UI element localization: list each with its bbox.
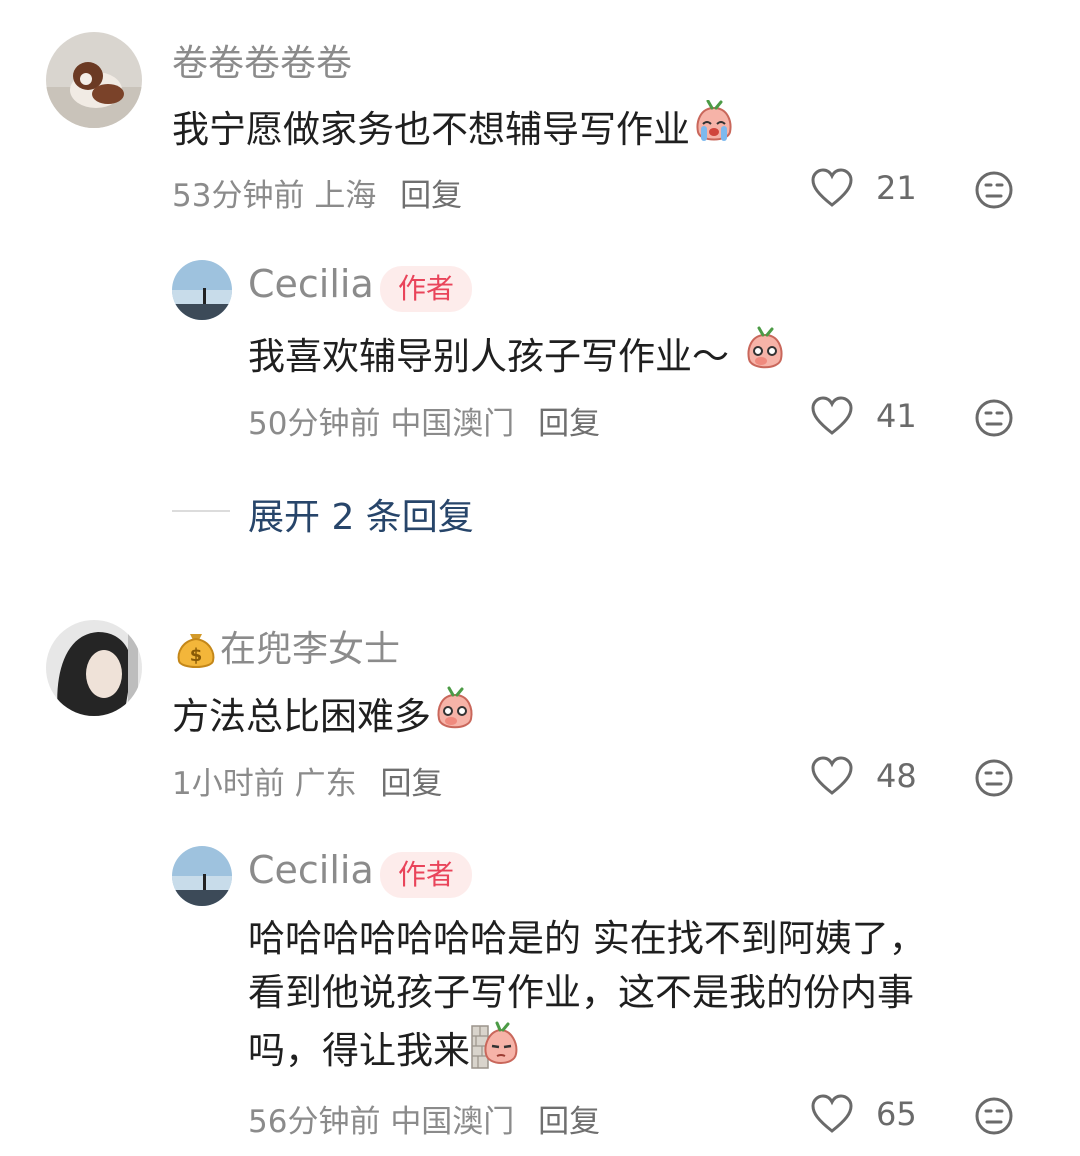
reply-time: 56分钟前 bbox=[248, 1104, 381, 1140]
username[interactable]: 卷卷卷卷卷 bbox=[172, 34, 352, 86]
heart-icon bbox=[811, 1094, 853, 1133]
like-count: 41 bbox=[876, 397, 917, 435]
dislike-icon[interactable] bbox=[974, 758, 1014, 802]
comment-text-content: 我宁愿做家务也不想辅导写作业 bbox=[172, 108, 690, 151]
like-count: 21 bbox=[876, 169, 917, 207]
author-badge: 作者 bbox=[380, 266, 473, 312]
divider bbox=[172, 510, 230, 512]
avatar[interactable] bbox=[172, 260, 232, 320]
comment-time: 1小时前 bbox=[172, 766, 285, 802]
reply-button[interactable]: 回复 bbox=[400, 178, 462, 214]
money-bag-icon: $ bbox=[172, 623, 220, 680]
reply-text-line-wrap: 吗，得让我来 bbox=[248, 1020, 1028, 1085]
crying-radish-emoji-icon bbox=[690, 99, 738, 163]
shy-radish-emoji-icon bbox=[741, 326, 789, 391]
username-text: 在兜李女士 bbox=[220, 629, 401, 670]
username[interactable]: Cecilia bbox=[248, 848, 374, 892]
reply-time: 50分钟前 bbox=[248, 406, 381, 442]
comment-text-content: 方法总比困难多 bbox=[172, 695, 431, 738]
username[interactable]: Cecilia bbox=[248, 262, 374, 306]
avatar[interactable] bbox=[172, 846, 232, 906]
author-badge: 作者 bbox=[380, 852, 473, 898]
heart-icon bbox=[811, 168, 853, 207]
dislike-icon[interactable] bbox=[974, 398, 1014, 442]
dislike-icon[interactable] bbox=[974, 1096, 1014, 1140]
avatar[interactable] bbox=[46, 620, 142, 716]
comment-meta: 53分钟前 上海 回复 bbox=[172, 170, 462, 215]
reply-location: 中国澳门 bbox=[390, 406, 515, 442]
avatar[interactable] bbox=[46, 32, 142, 128]
dislike-icon[interactable] bbox=[974, 170, 1014, 214]
reply-text-content: 我喜欢辅导别人孩子写作业～ bbox=[248, 335, 729, 378]
reply-meta: 56分钟前 中国澳门 回复 bbox=[248, 1096, 600, 1141]
shy-radish-emoji-icon bbox=[431, 686, 479, 751]
reply-button[interactable]: 回复 bbox=[380, 766, 442, 802]
like-count: 48 bbox=[876, 757, 917, 795]
reply-button[interactable]: 回复 bbox=[538, 1104, 600, 1140]
like-button[interactable]: 41 bbox=[810, 396, 917, 436]
comment-location: 上海 bbox=[314, 178, 377, 214]
reply-text: 哈哈哈哈哈哈哈是的 实在找不到阿姨了， 看到他说孩子写作业，这不是我的份内事 吗… bbox=[248, 912, 1028, 1085]
heart-icon bbox=[811, 396, 853, 435]
heart-icon bbox=[811, 756, 853, 795]
comment-text: 方法总比困难多 bbox=[172, 686, 479, 751]
like-button[interactable]: 48 bbox=[810, 756, 917, 796]
username[interactable]: $ 在兜李女士 bbox=[172, 620, 400, 680]
reply-button[interactable]: 回复 bbox=[538, 406, 600, 442]
reply-text-line: 吗，得让我来 bbox=[248, 1029, 470, 1072]
reply-location: 中国澳门 bbox=[390, 1104, 515, 1140]
reply-text-line: 看到他说孩子写作业，这不是我的份内事 bbox=[248, 971, 914, 1014]
reply-text-line: 哈哈哈哈哈哈哈是的 实在找不到阿姨了， bbox=[248, 917, 926, 960]
comment-meta: 1小时前 广东 回复 bbox=[172, 758, 442, 803]
comment-location: 广东 bbox=[294, 766, 357, 802]
reply-meta: 50分钟前 中国澳门 回复 bbox=[248, 398, 600, 443]
like-button[interactable]: 21 bbox=[810, 168, 917, 208]
reply-text: 我喜欢辅导别人孩子写作业～ bbox=[248, 326, 789, 391]
comment-time: 53分钟前 bbox=[172, 178, 305, 214]
like-count: 65 bbox=[876, 1095, 917, 1133]
svg-text:$: $ bbox=[190, 645, 203, 666]
like-button[interactable]: 65 bbox=[810, 1094, 917, 1134]
expand-replies-button[interactable]: 展开 2 条回复 bbox=[248, 488, 474, 540]
peeking-radish-emoji-icon bbox=[470, 1020, 518, 1085]
comment-text: 我宁愿做家务也不想辅导写作业 bbox=[172, 99, 738, 163]
